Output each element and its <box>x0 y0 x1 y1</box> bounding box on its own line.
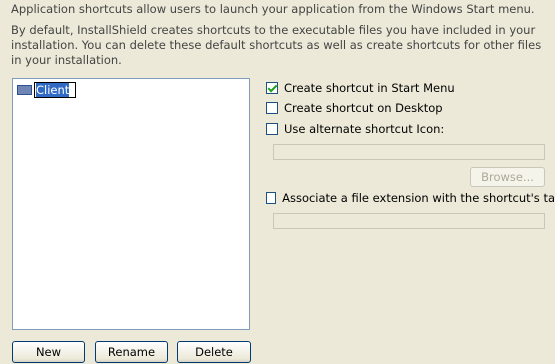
desktop-label: Create shortcut on Desktop <box>284 101 443 115</box>
start-menu-checkbox[interactable] <box>266 82 278 94</box>
new-button[interactable]: New <box>12 341 85 363</box>
alt-icon-path-field[interactable] <box>273 144 545 160</box>
rename-button[interactable]: Rename <box>95 341 168 363</box>
description-text: By default, InstallShield creates shortc… <box>11 23 542 67</box>
shortcut-icon <box>17 85 32 95</box>
file-ext-option[interactable]: Associate a file extension with the shor… <box>266 191 555 205</box>
alt-icon-checkbox[interactable] <box>266 123 278 135</box>
file-ext-checkbox[interactable] <box>266 192 277 204</box>
intro-text: Application shortcuts allow users to lau… <box>11 2 535 16</box>
file-ext-field[interactable] <box>273 213 545 229</box>
browse-button[interactable]: Browse... <box>470 167 545 187</box>
file-ext-label: Associate a file extension with the shor… <box>282 191 555 205</box>
tree-item-rename-field[interactable]: Client <box>34 82 76 98</box>
desktop-option[interactable]: Create shortcut on Desktop <box>266 101 443 115</box>
shortcut-tree[interactable]: Client <box>12 78 250 330</box>
delete-button[interactable]: Delete <box>177 341 251 363</box>
desktop-checkbox[interactable] <box>266 102 278 114</box>
alt-icon-label: Use alternate shortcut Icon: <box>284 122 445 136</box>
alt-icon-option[interactable]: Use alternate shortcut Icon: <box>266 122 444 136</box>
start-menu-option[interactable]: Create shortcut in Start Menu <box>266 81 455 95</box>
tree-item-label: Client <box>36 83 70 97</box>
start-menu-label: Create shortcut in Start Menu <box>284 81 455 95</box>
tree-item-client[interactable]: Client <box>17 82 76 98</box>
